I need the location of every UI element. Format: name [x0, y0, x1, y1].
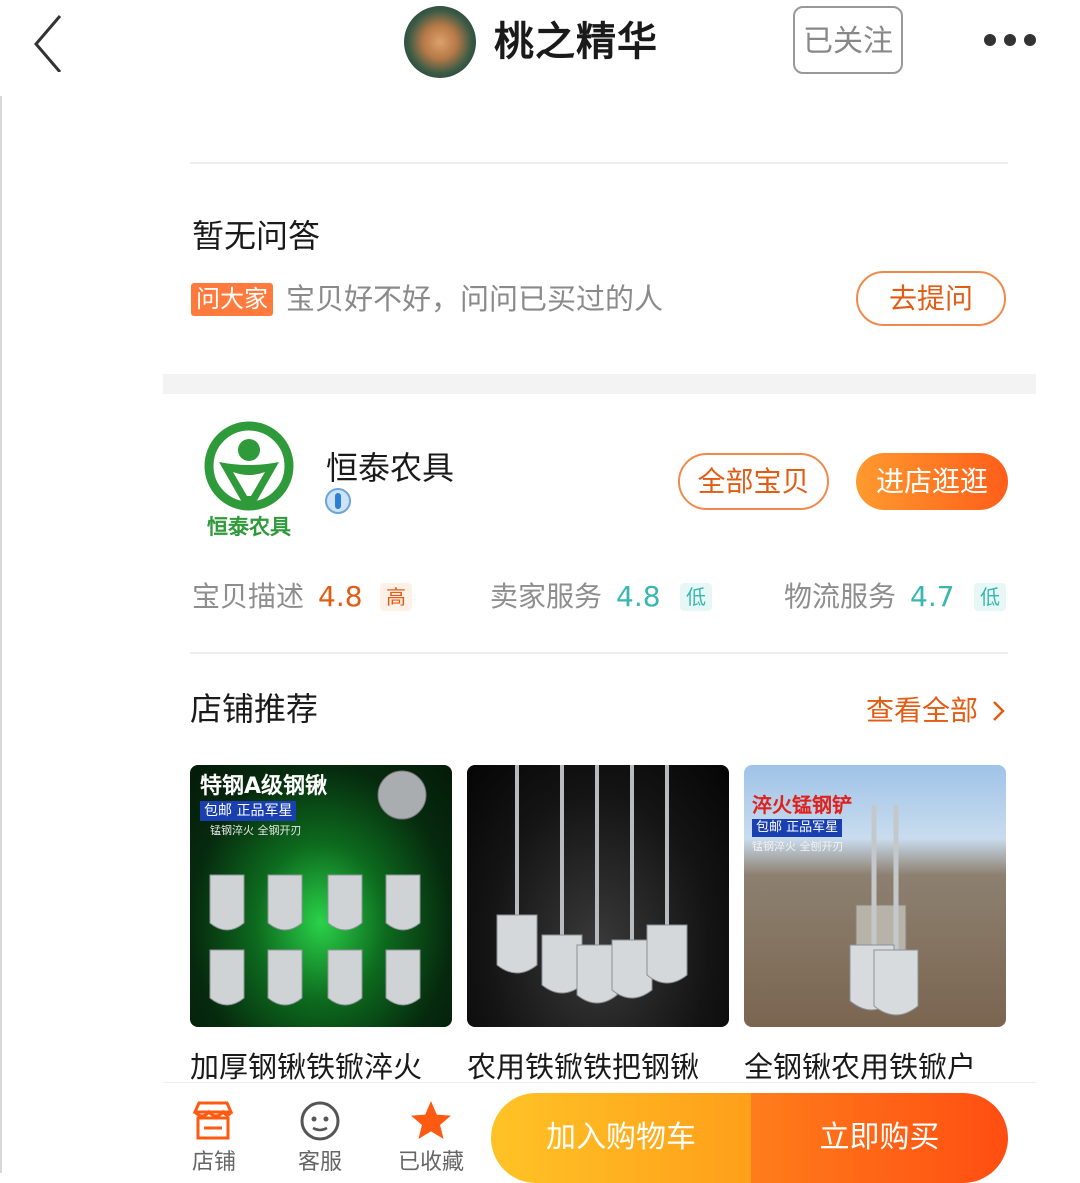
- store-name: 恒泰农具: [326, 449, 455, 487]
- rating-level-logistics: 低: [974, 583, 1006, 611]
- store-logo-icon: [204, 421, 294, 511]
- more-dots-icon[interactable]: [984, 34, 1036, 48]
- product-image[interactable]: 特钢A级钢锹 包邮 正品军星 锰钢淬火 全钢开刃: [190, 765, 452, 1027]
- buy-now-button[interactable]: 立即购买: [751, 1093, 1008, 1183]
- crown-medal-icon: [325, 488, 351, 514]
- rating-label-logistics: 物流服务: [784, 580, 897, 613]
- rating-score-service: 4.8: [616, 580, 661, 613]
- view-all-link[interactable]: 查看全部: [866, 690, 1007, 732]
- edge-line: [0, 96, 2, 1173]
- ask-everyone-tag: 问大家: [191, 283, 273, 316]
- tab-service-label[interactable]: 客服: [280, 1148, 360, 1178]
- shop-title: 桃之精华: [494, 19, 658, 65]
- side-area: [0, 96, 163, 1173]
- all-items-button[interactable]: 全部宝贝: [678, 453, 829, 510]
- rating-score-description: 4.8: [318, 580, 363, 613]
- shovel-graphic: [496, 765, 688, 1004]
- ask-question-button[interactable]: 去提问: [856, 271, 1006, 326]
- rating-level-service: 低: [680, 583, 712, 611]
- tab-favorited-label[interactable]: 已收藏: [391, 1148, 471, 1178]
- star-icon[interactable]: [408, 1098, 454, 1144]
- qa-hint: 宝贝好不好，问问已买过的人: [286, 282, 664, 316]
- recommend-title: 店铺推荐: [190, 690, 319, 728]
- rating-label-service: 卖家服务: [490, 580, 603, 613]
- view-all-label: 查看全部: [866, 694, 979, 727]
- product-image[interactable]: 淬火锰钢铲 包邮 正品军星 锰钢淬火 全刨开刃: [744, 765, 1006, 1027]
- rating-score-logistics: 4.7: [910, 580, 955, 613]
- chevron-right-icon: [993, 701, 1005, 721]
- add-to-cart-button[interactable]: 加入购物车: [491, 1093, 751, 1183]
- top-header: 桃之精华 已关注: [0, 0, 1080, 96]
- chevron-left-icon[interactable]: [30, 12, 70, 72]
- shovel-graphic: [209, 770, 427, 1006]
- store-logo[interactable]: 恒泰农具: [197, 420, 301, 548]
- section-separator: [163, 374, 1036, 394]
- qa-title: 暂无问答: [192, 217, 321, 255]
- rating-label-description: 宝贝描述: [192, 580, 305, 613]
- avatar[interactable]: [404, 6, 476, 78]
- chat-face-icon[interactable]: [297, 1098, 343, 1144]
- shovel-graphic: [849, 805, 919, 1016]
- rating-level-description: 高: [380, 583, 412, 611]
- divider: [190, 162, 1008, 164]
- tab-store-label[interactable]: 店铺: [174, 1148, 254, 1178]
- divider: [190, 652, 1008, 654]
- store-logo-text: 恒泰农具: [207, 515, 291, 539]
- store-icon[interactable]: [190, 1098, 236, 1144]
- enter-store-button[interactable]: 进店逛逛: [856, 453, 1008, 510]
- follow-button[interactable]: 已关注: [793, 6, 903, 74]
- product-image[interactable]: [467, 765, 729, 1027]
